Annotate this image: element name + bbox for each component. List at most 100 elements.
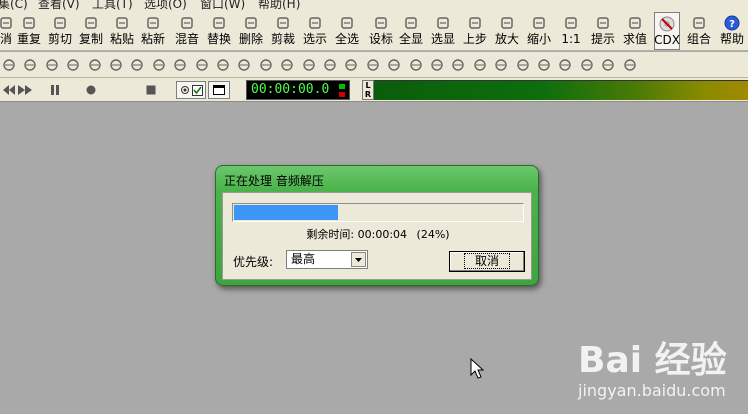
- toolbar-button-paste-new[interactable]: 粘新: [138, 12, 168, 50]
- toolbar-button-help[interactable]: ? 帮助: [716, 12, 748, 50]
- toolbar-button-label: 求值: [622, 32, 647, 46]
- vocal-icon[interactable]: [599, 56, 617, 74]
- spectrum-icon[interactable]: [556, 56, 574, 74]
- toolbar-button-trim[interactable]: 剪裁: [268, 12, 298, 50]
- toolbar-button-zoom-out[interactable]: 缩小: [524, 12, 554, 50]
- menu-item-help[interactable]: 帮助(H): [258, 0, 300, 11]
- arrow-left-icon[interactable]: [171, 56, 189, 74]
- flanger-icon[interactable]: [364, 56, 382, 74]
- priority-select[interactable]: 最高: [286, 250, 368, 269]
- toolbar-button-label: 设标: [368, 32, 393, 46]
- filter-icon[interactable]: [150, 56, 168, 74]
- undo-icon: [0, 15, 14, 31]
- trim-icon: [275, 15, 291, 31]
- echo-icon[interactable]: [278, 56, 296, 74]
- toolbar-button-label: 提示: [590, 32, 615, 46]
- marker-icon: [373, 15, 389, 31]
- toolbar-button-label: 全选: [334, 32, 359, 46]
- chorus-icon[interactable]: [385, 56, 403, 74]
- toolbar-button-zoom-in[interactable]: 放大: [492, 12, 522, 50]
- toolbar-button-hint[interactable]: 提示: [588, 12, 618, 50]
- toolbar-button-zoom-1to1[interactable]: 1:1: [556, 12, 586, 50]
- menu-item-edit[interactable]: 集(C): [0, 0, 28, 11]
- priority-value: 最高: [291, 252, 316, 266]
- toolbar-button-label: 粘贴: [109, 32, 134, 46]
- toolbar-button-zoom-previous[interactable]: 上步: [460, 12, 490, 50]
- loop-icon[interactable]: [21, 56, 39, 74]
- toolbar-button-mix-paste[interactable]: 混音: [172, 12, 202, 50]
- cdx-icon: [659, 16, 675, 32]
- toolbar-button-scissors[interactable]: 剪切: [45, 12, 75, 50]
- loop-toggle[interactable]: [176, 81, 206, 99]
- toolbar-button-zoom-selection[interactable]: 选显: [428, 12, 458, 50]
- noise-icon[interactable]: [214, 56, 232, 74]
- toolbar-button-paste[interactable]: 粘贴: [107, 12, 137, 50]
- channel-right-label: R: [364, 90, 372, 99]
- watermark-logo: Bai 经验: [578, 340, 727, 381]
- toolbar-button-delete[interactable]: 删除: [236, 12, 266, 50]
- toolbar-button-replace[interactable]: 替换: [204, 12, 234, 50]
- stop-icon[interactable]: [142, 81, 160, 99]
- volume-icon[interactable]: [471, 56, 489, 74]
- time-display: 00:00:00.0: [246, 80, 350, 100]
- radio-icon: [180, 86, 189, 94]
- toolbar-button-label: 缩小: [526, 32, 551, 46]
- envelope-icon[interactable]: [578, 56, 596, 74]
- pause-icon[interactable]: [46, 81, 64, 99]
- redo-icon: [21, 15, 37, 31]
- chevron-down-icon[interactable]: [351, 252, 366, 267]
- record-icon[interactable]: [82, 81, 100, 99]
- zoom-previous-icon: [467, 15, 483, 31]
- invert-icon[interactable]: [428, 56, 446, 74]
- silence-icon[interactable]: [449, 56, 467, 74]
- menu-item-options[interactable]: 选项(O): [144, 0, 187, 11]
- equalizer-icon[interactable]: [64, 56, 82, 74]
- tempo-icon[interactable]: [321, 56, 339, 74]
- toolbar-button-label: 替换: [206, 32, 231, 46]
- toolbar-button-combine[interactable]: 组合: [684, 12, 714, 50]
- channel-left-label: L: [365, 81, 371, 90]
- window-toggle[interactable]: [208, 81, 230, 99]
- toolbar-button-evaluate[interactable]: 求值: [620, 12, 650, 50]
- menu-item-view[interactable]: 查看(V): [38, 0, 80, 11]
- toolbar-button-label: 放大: [494, 32, 519, 46]
- dots-icon[interactable]: [514, 56, 532, 74]
- toolbar-button-select-all[interactable]: 全选: [332, 12, 362, 50]
- select-view-icon: [307, 15, 323, 31]
- reverse-icon[interactable]: [300, 56, 318, 74]
- gear-icon[interactable]: [43, 56, 61, 74]
- clock-icon[interactable]: [621, 56, 639, 74]
- dialog-body: 剩余时间: 00:00:04 (24%) 优先级: 最高 取消: [222, 192, 532, 280]
- level-meter: [374, 80, 748, 100]
- fast-forward-icon[interactable]: [16, 81, 34, 99]
- zoom-out-icon: [531, 15, 547, 31]
- select-all-icon: [339, 15, 355, 31]
- eye-icon[interactable]: [257, 56, 275, 74]
- toolbar-button-copy[interactable]: 复制: [76, 12, 106, 50]
- sliders-icon[interactable]: [193, 56, 211, 74]
- grid-icon[interactable]: [86, 56, 104, 74]
- menu-item-window[interactable]: 窗口(W): [200, 0, 245, 11]
- main-toolbar: 消重复 剪切 复制 粘贴 粘新 混音 替换 删除 剪裁 选示 全选 设标 全显 选显 上步 放大 缩小 1:1 提示…: [0, 11, 748, 51]
- pitch-icon[interactable]: [235, 56, 253, 74]
- toolbar-button-marker[interactable]: 设标: [366, 12, 396, 50]
- dialog-title: 正在处理 音频解压: [224, 174, 324, 188]
- normalize-icon[interactable]: [107, 56, 125, 74]
- toolbar-button-zoom-all[interactable]: 全显: [396, 12, 426, 50]
- fade-icon[interactable]: [0, 56, 18, 74]
- bass-icon[interactable]: [407, 56, 425, 74]
- status-led-green: [339, 84, 345, 89]
- checkbox-icon: [191, 84, 203, 96]
- pan-icon[interactable]: [492, 56, 510, 74]
- toolbar-button-cdx[interactable]: CDX: [654, 12, 680, 50]
- menu-item-tools[interactable]: 工具(T): [92, 0, 133, 11]
- zoom-all-icon: [403, 15, 419, 31]
- stereo-icon[interactable]: [342, 56, 360, 74]
- toolbar-button-label: 删除: [238, 32, 263, 46]
- toolbar-button-redo[interactable]: 重复: [14, 12, 44, 50]
- toolbar-button-select-view[interactable]: 选示: [300, 12, 330, 50]
- zoom-selection-icon: [435, 15, 451, 31]
- hz-icon[interactable]: [535, 56, 553, 74]
- cancel-button[interactable]: 取消: [449, 251, 525, 272]
- mixer-icon[interactable]: [128, 56, 146, 74]
